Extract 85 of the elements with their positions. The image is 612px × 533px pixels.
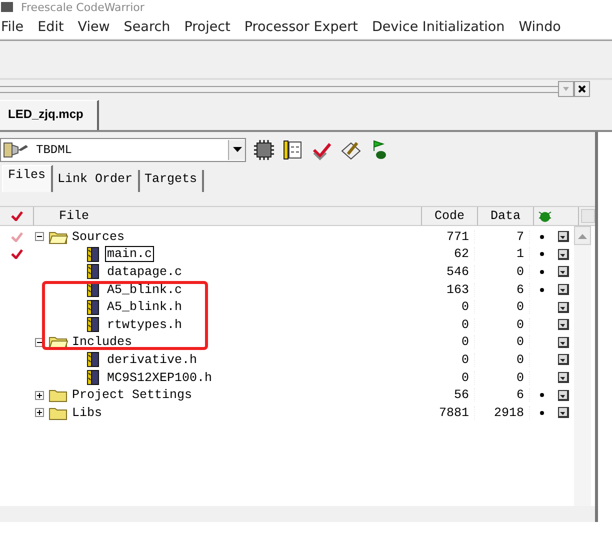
table-cell: 0 bbox=[475, 335, 530, 350]
file-name[interactable]: derivative.h bbox=[105, 352, 200, 368]
chip-icon[interactable] bbox=[253, 139, 275, 161]
file-icon bbox=[87, 246, 99, 262]
table-cell: 0 bbox=[420, 352, 475, 367]
table-cell: 0 bbox=[420, 318, 475, 332]
expander-icon[interactable] bbox=[35, 232, 44, 242]
menu-item[interactable]: Project bbox=[184, 18, 230, 34]
touch-button[interactable] bbox=[558, 284, 569, 296]
touch-button[interactable] bbox=[558, 372, 569, 384]
table-cell: 0 bbox=[420, 370, 475, 385]
expander-icon[interactable] bbox=[35, 408, 44, 418]
check-icon bbox=[10, 211, 22, 221]
file-icon bbox=[87, 264, 99, 280]
tab[interactable]: Link Order bbox=[52, 170, 140, 192]
file-icon bbox=[87, 317, 99, 332]
file-name[interactable]: A5_blink.c bbox=[105, 282, 184, 298]
table-cell: 2918 bbox=[475, 406, 530, 420]
file-name[interactable]: A5_blink.h bbox=[105, 299, 184, 316]
touch-button[interactable] bbox=[558, 336, 569, 348]
connector-icon bbox=[2, 140, 30, 160]
table-cell: 0 bbox=[475, 370, 530, 385]
bug-icon bbox=[538, 209, 552, 223]
up-arrow-icon bbox=[578, 232, 587, 238]
expander-icon[interactable] bbox=[35, 390, 44, 400]
menu-item[interactable]: Device Initialization bbox=[372, 18, 505, 34]
table-cell: 62 bbox=[420, 247, 475, 262]
file-name[interactable]: Sources bbox=[70, 228, 127, 245]
close-button[interactable] bbox=[574, 81, 590, 97]
table-cell: 1 bbox=[475, 247, 530, 262]
table-cell: 546 bbox=[420, 264, 475, 279]
file-name[interactable]: rtwtypes.h bbox=[105, 316, 184, 333]
folder-icon bbox=[49, 230, 68, 244]
file-icon bbox=[87, 300, 99, 315]
table-cell: 771 bbox=[420, 230, 475, 244]
close-icon bbox=[577, 84, 587, 94]
file-name[interactable]: main.c bbox=[105, 246, 154, 262]
menu-item[interactable]: View bbox=[78, 18, 110, 34]
app-icon bbox=[1, 2, 13, 12]
table-cell: 0 bbox=[475, 300, 530, 314]
scrollbar[interactable] bbox=[574, 226, 591, 506]
table-cell: 7881 bbox=[420, 406, 475, 420]
hammer-icon[interactable] bbox=[340, 139, 362, 161]
file-name[interactable]: datapage.c bbox=[105, 264, 184, 280]
file-name[interactable]: Libs bbox=[70, 404, 104, 421]
tab[interactable]: Targets bbox=[140, 170, 204, 192]
window-title: Freescale CodeWarrior bbox=[21, 0, 144, 14]
menu-item[interactable]: Windo bbox=[518, 18, 561, 34]
menu-item[interactable]: Search bbox=[124, 18, 170, 34]
menu-item[interactable]: File bbox=[1, 18, 24, 34]
touch-button[interactable] bbox=[558, 319, 569, 330]
table-cell: 0 bbox=[475, 318, 530, 332]
file-icon bbox=[87, 370, 99, 386]
folder-icon bbox=[49, 406, 68, 420]
expander-icon[interactable] bbox=[35, 338, 44, 347]
folder-icon bbox=[49, 388, 68, 402]
touch-button[interactable] bbox=[558, 302, 569, 313]
caret-icon bbox=[561, 85, 571, 93]
folder-icon bbox=[49, 335, 68, 350]
table-cell: 7 bbox=[475, 230, 530, 244]
target-dropdown[interactable]: TBDML bbox=[0, 138, 246, 162]
menu-item[interactable]: Processor Expert bbox=[244, 18, 358, 34]
table-cell: 6 bbox=[475, 282, 530, 297]
touch-button[interactable] bbox=[558, 231, 569, 242]
table-cell: 0 bbox=[475, 352, 530, 367]
file-name[interactable]: MC9S12XEP100.h bbox=[105, 370, 214, 386]
touch-button[interactable] bbox=[558, 354, 569, 366]
table-cell: 0 bbox=[420, 335, 475, 350]
table-cell: 56 bbox=[420, 388, 475, 402]
touch-button[interactable] bbox=[558, 266, 569, 278]
file-name[interactable]: Includes bbox=[70, 334, 134, 350]
table-cell: 6 bbox=[475, 388, 530, 402]
table-cell: 163 bbox=[420, 282, 475, 297]
table-cell: 0 bbox=[420, 300, 475, 314]
document-icon[interactable] bbox=[282, 139, 304, 161]
touch-button[interactable] bbox=[558, 248, 569, 260]
file-name[interactable]: Project Settings bbox=[70, 387, 194, 404]
project-tab[interactable]: LED_zjq.mcp bbox=[0, 100, 100, 130]
tab[interactable]: Files bbox=[2, 165, 53, 192]
menu-item[interactable]: Edit bbox=[38, 18, 64, 34]
touch-button[interactable] bbox=[558, 390, 569, 401]
caret-icon bbox=[228, 140, 245, 160]
file-icon bbox=[87, 352, 99, 368]
table-cell: 0 bbox=[475, 264, 530, 279]
touch-button[interactable] bbox=[558, 407, 569, 418]
